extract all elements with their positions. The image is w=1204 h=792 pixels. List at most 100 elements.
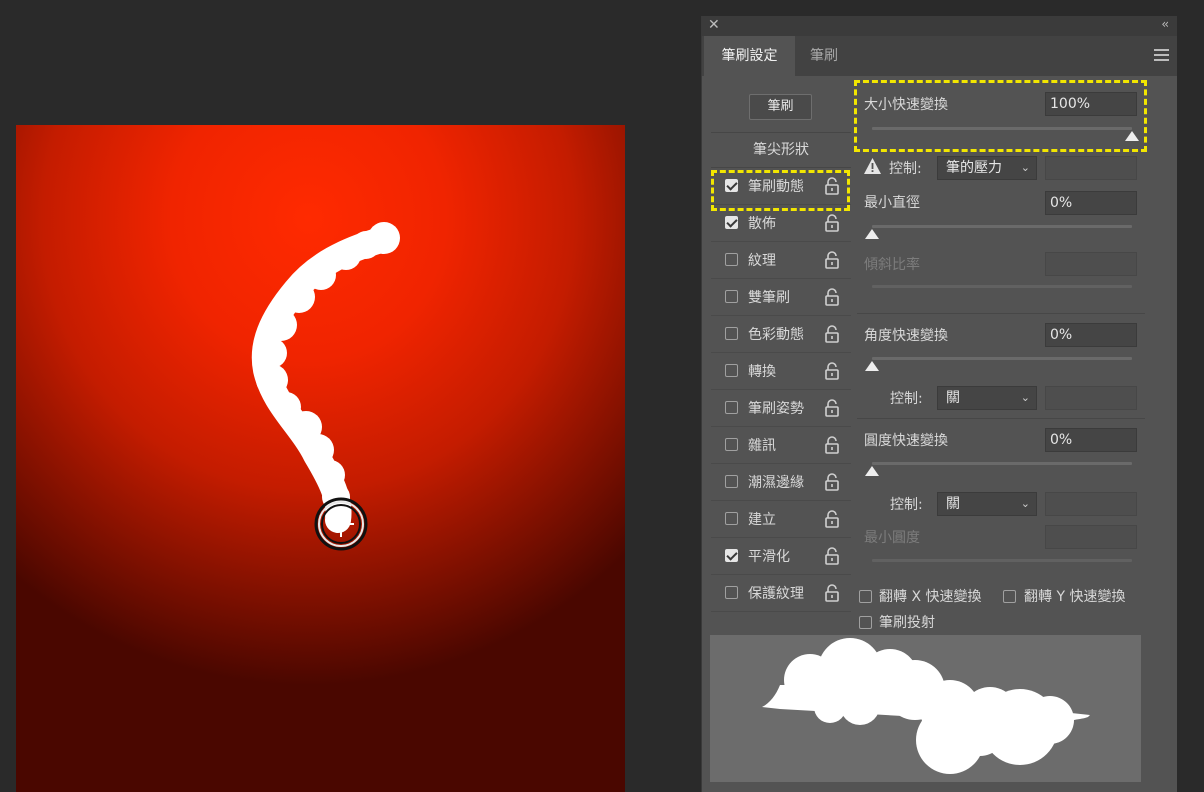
roundness-jitter-label: 圓度快速變換 — [864, 433, 948, 449]
control-roundness-value: 關 — [946, 496, 960, 512]
control-roundness-select[interactable]: 關 ⌄ — [937, 492, 1037, 516]
option-checkbox[interactable] — [725, 364, 738, 377]
unlock-icon[interactable] — [824, 362, 840, 380]
brush-stroke-preview — [710, 635, 1141, 782]
control-angle-extra — [1045, 386, 1137, 410]
min-roundness-label: 最小圓度 — [864, 530, 920, 546]
flip-x-checkbox[interactable] — [859, 590, 872, 603]
control-label-3: 控制: — [890, 497, 923, 513]
option-label: 雙筆刷 — [748, 290, 790, 306]
chevron-down-icon: ⌄ — [1020, 161, 1030, 174]
chevron-down-icon: ⌄ — [1020, 391, 1030, 404]
option-checkbox[interactable] — [725, 512, 738, 525]
brush-option-row[interactable]: 雙筆刷 — [711, 279, 851, 316]
stroke-preview-shape — [762, 638, 1090, 774]
unlock-icon[interactable] — [824, 473, 840, 491]
min-diameter-slider-thumb[interactable] — [865, 229, 879, 239]
divider — [857, 313, 1145, 314]
min-diameter-label: 最小直徑 — [864, 195, 920, 211]
option-checkbox[interactable] — [725, 290, 738, 303]
option-label: 保護紋理 — [748, 586, 804, 602]
option-checkbox[interactable] — [725, 586, 738, 599]
brush-option-row[interactable]: 色彩動態 — [711, 316, 851, 353]
canvas-area[interactable] — [16, 125, 625, 792]
option-label: 筆刷姿勢 — [748, 401, 804, 417]
unlock-icon[interactable] — [824, 251, 840, 269]
panel-title-bar: ✕ ‹‹ — [702, 16, 1177, 36]
collapse-icon[interactable]: ‹‹ — [1161, 17, 1168, 31]
option-checkbox[interactable] — [725, 401, 738, 414]
option-checkbox[interactable] — [725, 438, 738, 451]
angle-jitter-label: 角度快速變換 — [864, 328, 948, 344]
unlock-icon[interactable] — [824, 288, 840, 306]
tilt-scale-value — [1045, 252, 1137, 276]
unlock-icon[interactable] — [824, 436, 840, 454]
unlock-icon[interactable] — [824, 584, 840, 602]
option-label: 紋理 — [748, 253, 776, 269]
roundness-jitter-slider-thumb[interactable] — [865, 466, 879, 476]
unlock-icon[interactable] — [824, 214, 840, 232]
control-roundness-extra — [1045, 492, 1137, 516]
brushes-button[interactable]: 筆刷 — [749, 94, 812, 120]
brush-dynamics-highlight — [711, 170, 850, 211]
tilt-scale-slider — [872, 285, 1132, 288]
control-label: 控制: — [889, 161, 922, 177]
projection-checkbox[interactable] — [859, 616, 872, 629]
option-checkbox[interactable] — [725, 327, 738, 340]
option-checkbox[interactable] — [725, 475, 738, 488]
min-diameter-slider[interactable] — [872, 225, 1132, 228]
angle-jitter-slider[interactable] — [872, 357, 1132, 360]
flip-x-label: 翻轉 X 快速變換 — [879, 589, 982, 605]
control-label-2: 控制: — [890, 391, 923, 407]
flip-y-checkbox[interactable] — [1003, 590, 1016, 603]
flip-y-label: 翻轉 Y 快速變換 — [1024, 589, 1126, 605]
tip-shape-item[interactable]: 筆尖形狀 — [711, 132, 851, 168]
option-label: 平滑化 — [748, 549, 790, 565]
min-roundness-slider — [872, 559, 1132, 562]
option-label: 建立 — [748, 512, 776, 528]
projection-label: 筆刷投射 — [879, 615, 935, 631]
control-angle-select[interactable]: 關 ⌄ — [937, 386, 1037, 410]
option-checkbox[interactable] — [725, 216, 738, 229]
min-diameter-value[interactable]: 0% — [1045, 191, 1137, 215]
option-checkbox[interactable] — [725, 253, 738, 266]
panel-menu-icon[interactable] — [1154, 49, 1169, 61]
control-extra-field — [1045, 156, 1137, 180]
brush-option-row[interactable]: 平滑化 — [711, 538, 851, 575]
option-label: 潮濕邊緣 — [748, 475, 804, 491]
control-pressure-select[interactable]: 筆的壓力 ⌄ — [937, 156, 1037, 180]
brush-option-row[interactable]: 紋理 — [711, 242, 851, 279]
angle-jitter-slider-thumb[interactable] — [865, 361, 879, 371]
option-label: 色彩動態 — [748, 327, 804, 343]
min-roundness-value — [1045, 525, 1137, 549]
unlock-icon[interactable] — [824, 547, 840, 565]
brush-option-row[interactable]: 筆刷姿勢 — [711, 390, 851, 427]
roundness-jitter-slider[interactable] — [872, 462, 1132, 465]
chevron-down-icon: ⌄ — [1020, 497, 1030, 510]
option-label: 散佈 — [748, 216, 776, 232]
brush-option-row[interactable]: 轉換 — [711, 353, 851, 390]
panel-tab-bar: 筆刷設定 筆刷 — [702, 36, 1177, 76]
brush-option-row[interactable]: 雜訊 — [711, 427, 851, 464]
brush-option-row[interactable]: 建立 — [711, 501, 851, 538]
brush-option-row[interactable]: 保護紋理 — [711, 575, 851, 612]
tab-brushes[interactable]: 筆刷 — [796, 36, 852, 76]
tab-brush-settings[interactable]: 筆刷設定 — [704, 36, 795, 76]
divider — [857, 418, 1145, 419]
roundness-jitter-value[interactable]: 0% — [1045, 428, 1137, 452]
brush-option-row[interactable]: 潮濕邊緣 — [711, 464, 851, 501]
close-icon[interactable]: ✕ — [708, 17, 720, 33]
unlock-icon[interactable] — [824, 325, 840, 343]
option-label: 轉換 — [748, 364, 776, 380]
size-jitter-highlight — [854, 80, 1147, 152]
unlock-icon[interactable] — [824, 510, 840, 528]
control-angle-value: 關 — [946, 390, 960, 406]
unlock-icon[interactable] — [824, 399, 840, 417]
warning-icon — [864, 158, 881, 174]
control-pressure-value: 筆的壓力 — [946, 160, 1002, 176]
option-label: 雜訊 — [748, 438, 776, 454]
tilt-scale-label: 傾斜比率 — [864, 257, 920, 273]
option-checkbox[interactable] — [725, 549, 738, 562]
angle-jitter-value[interactable]: 0% — [1045, 323, 1137, 347]
brush-stroke-artwork — [251, 222, 400, 551]
